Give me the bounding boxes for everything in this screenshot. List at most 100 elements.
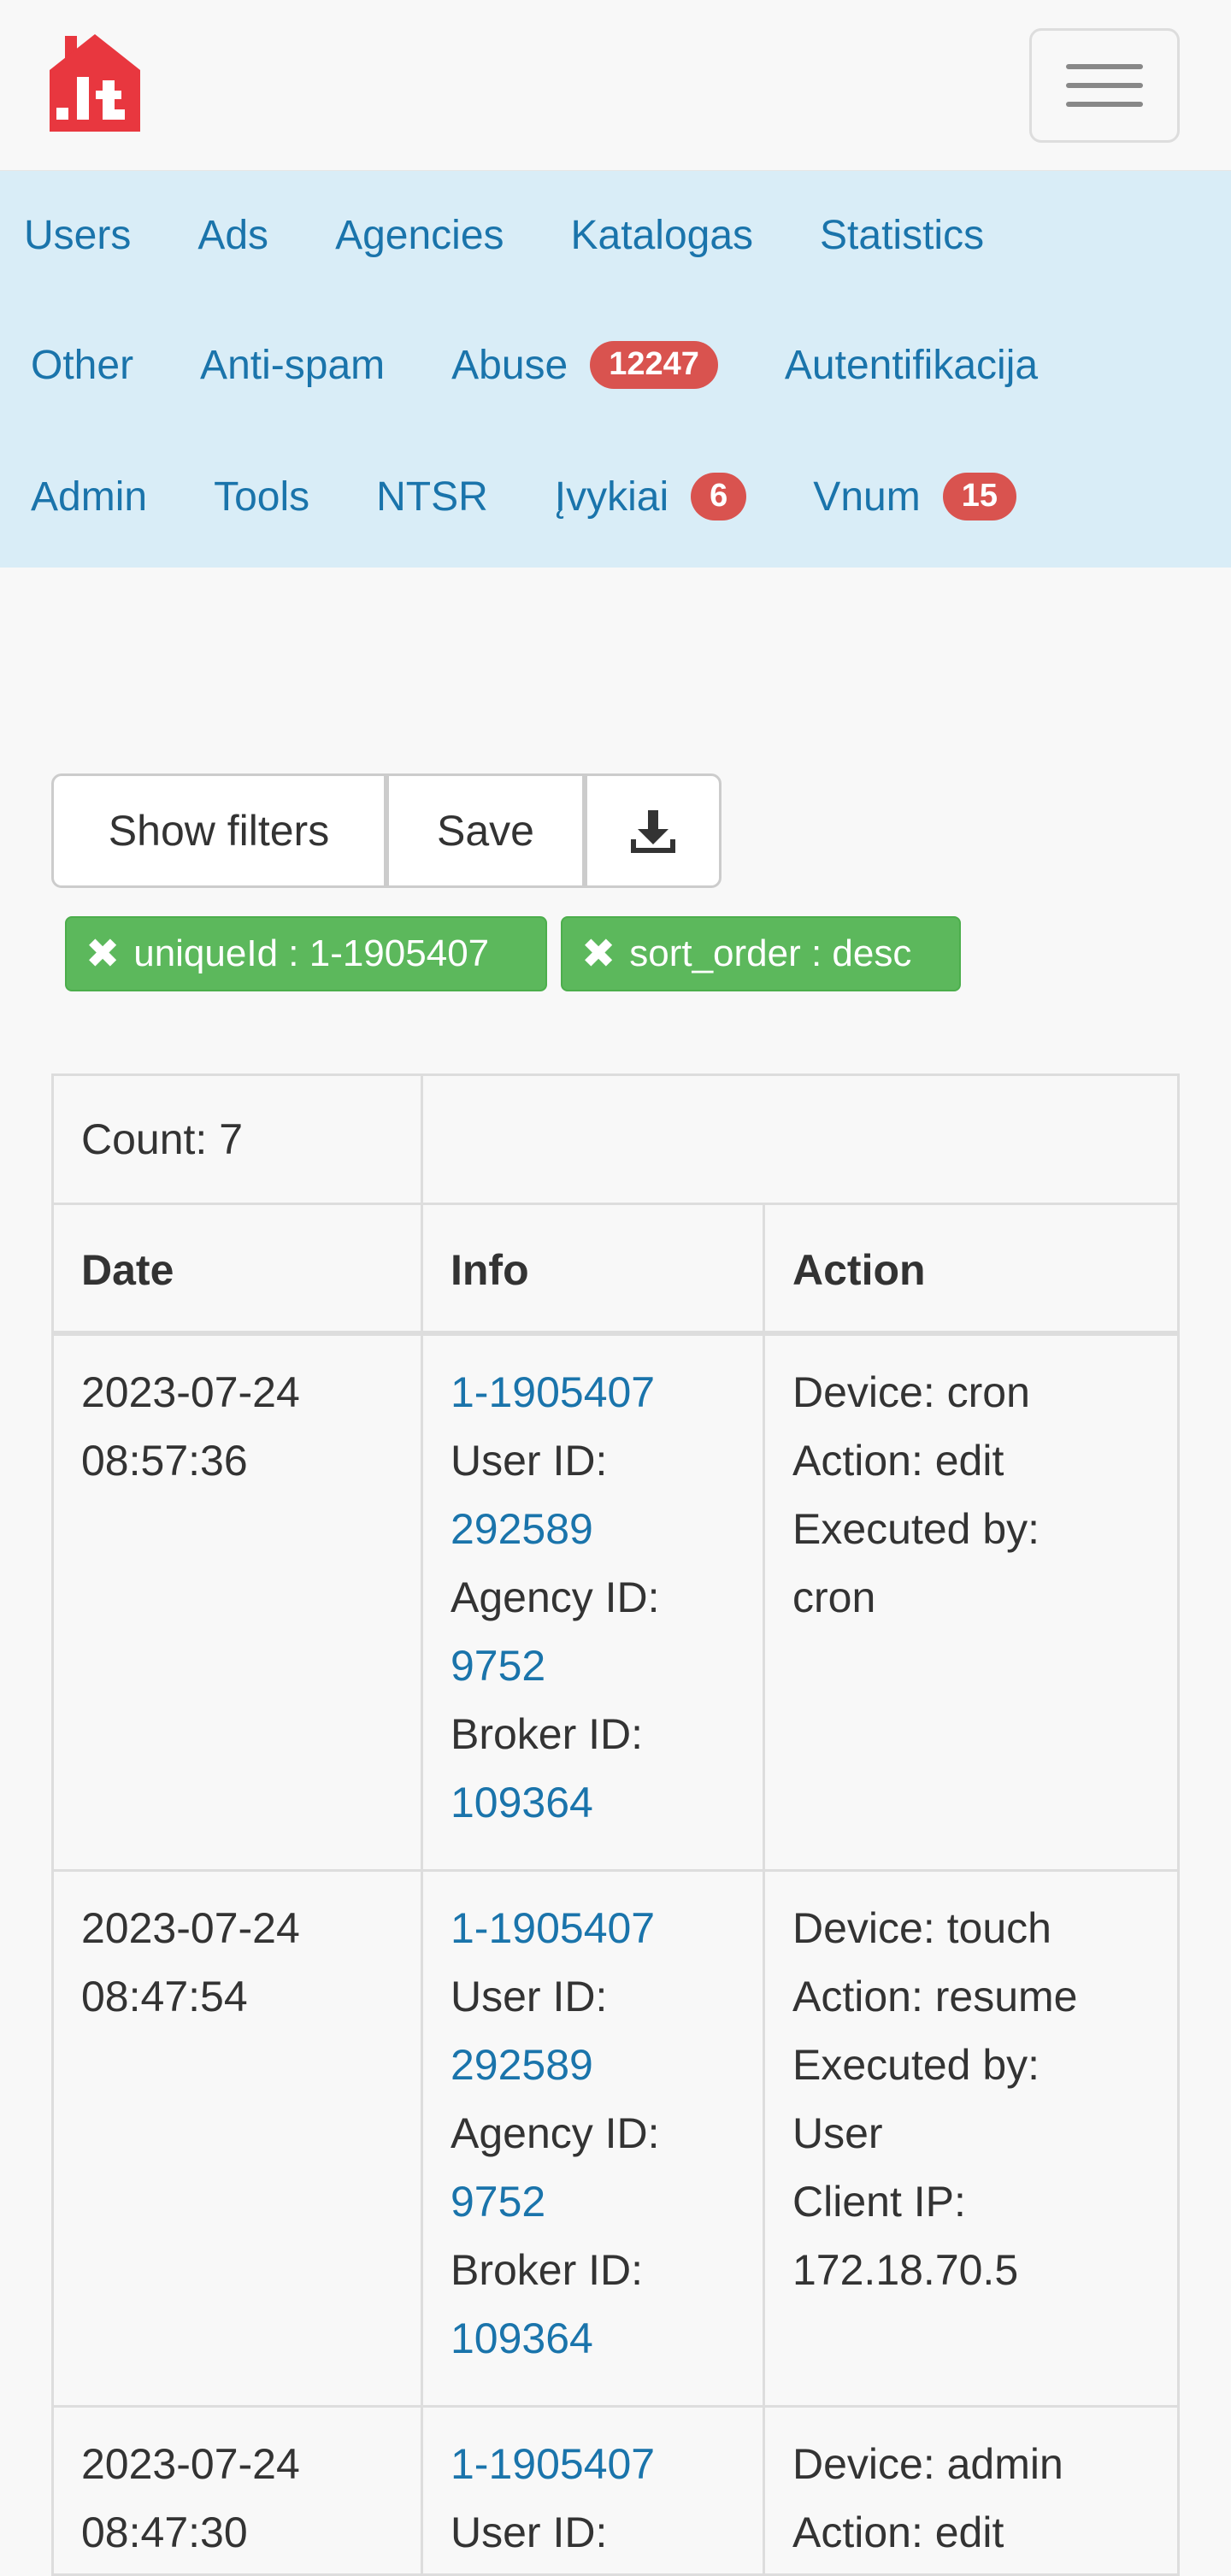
table-cell-date: 2023-07-24 08:47:30 bbox=[51, 2405, 423, 2576]
menu-toggle-button[interactable] bbox=[1029, 28, 1180, 143]
nav-item-label: Abuse bbox=[451, 342, 568, 388]
table-cell-date: 2023-07-24 08:47:54 bbox=[51, 1869, 423, 2408]
nav-item-statistics[interactable]: Statistics bbox=[786, 171, 1017, 299]
nav-item-anti-spam[interactable]: Anti-spam bbox=[167, 301, 418, 429]
nav-item-admin[interactable]: Admin bbox=[0, 432, 180, 561]
nav-item-autentifikacija[interactable]: Autentifikacija bbox=[751, 301, 1071, 429]
agency-id-link[interactable]: 9752 bbox=[451, 1632, 735, 1700]
nav-item-katalogas[interactable]: Katalogas bbox=[538, 171, 787, 299]
date-value: 2023-07-24 bbox=[81, 1368, 300, 1416]
hamburger-icon-bar bbox=[1066, 102, 1143, 107]
ivykiai-count-badge: 6 bbox=[691, 473, 747, 520]
nav-row: Users Ads Agencies Katalogas Statistics bbox=[0, 171, 1231, 299]
vnum-count-badge: 15 bbox=[942, 473, 1016, 520]
nav-item-agencies[interactable]: Agencies bbox=[302, 171, 537, 299]
remove-filter-icon[interactable]: ✖ bbox=[581, 930, 616, 978]
nav-item-ads[interactable]: Ads bbox=[164, 171, 302, 299]
nav-item-users[interactable]: Users bbox=[0, 171, 164, 299]
unique-id-link[interactable]: 1-1905407 bbox=[451, 1894, 735, 1962]
nav-item-label: Anti-spam bbox=[200, 342, 386, 388]
user-id-label: User ID: bbox=[451, 2508, 608, 2556]
table-cell-info: 1-1905407 User ID: bbox=[421, 2405, 765, 2576]
action-value: Action: edit bbox=[792, 2508, 1004, 2556]
hamburger-icon-bar bbox=[1066, 83, 1143, 88]
nav-item-label: Katalogas bbox=[570, 212, 754, 258]
filter-chip-label: uniqueId : 1-1905407 bbox=[133, 932, 490, 974]
nav-item-label: Admin bbox=[31, 473, 148, 520]
nav-item-tools[interactable]: Tools bbox=[180, 432, 343, 561]
remove-filter-icon[interactable]: ✖ bbox=[85, 930, 120, 978]
date-value: 2023-07-24 bbox=[81, 1904, 300, 1952]
action-value: Action: edit bbox=[792, 1437, 1004, 1485]
date-value: 2023-07-24 bbox=[81, 2440, 300, 2488]
table-cell-action: Device: touch Action: resume Executed by… bbox=[763, 1869, 1180, 2408]
executed-by-value: User bbox=[792, 2109, 883, 2157]
nav-item-label: Statistics bbox=[820, 212, 985, 258]
nav-item-other[interactable]: Other bbox=[0, 301, 167, 429]
nav-item-label: Autentifikacija bbox=[784, 342, 1039, 388]
time-value: 08:47:54 bbox=[81, 1973, 248, 2020]
client-ip-label: Client IP: bbox=[792, 2178, 966, 2226]
time-value: 08:47:30 bbox=[81, 2508, 248, 2556]
broker-id-label: Broker ID: bbox=[451, 1710, 644, 1758]
show-filters-button[interactable]: Show filters bbox=[51, 773, 386, 888]
navbar-header bbox=[0, 0, 1231, 171]
abuse-count-badge: 12247 bbox=[590, 341, 718, 389]
table-cell-action: Device: admin Action: edit bbox=[763, 2405, 1180, 2576]
filter-chip-sort-order[interactable]: ✖ sort_order : desc bbox=[561, 916, 961, 991]
filter-chip-label: sort_order : desc bbox=[629, 932, 912, 974]
save-button[interactable]: Save bbox=[386, 773, 585, 888]
site-logo[interactable] bbox=[50, 32, 140, 132]
column-header-info[interactable]: Info bbox=[421, 1203, 765, 1336]
record-count: Count: 7 bbox=[51, 1073, 423, 1205]
agency-id-label: Agency ID: bbox=[451, 2109, 660, 2157]
action-value: Action: resume bbox=[792, 1973, 1078, 2020]
column-header-action[interactable]: Action bbox=[763, 1203, 1180, 1336]
broker-id-label: Broker ID: bbox=[451, 2246, 644, 2294]
time-value: 08:57:36 bbox=[81, 1437, 248, 1485]
agency-id-link[interactable]: 9752 bbox=[451, 2167, 735, 2236]
user-id-label: User ID: bbox=[451, 1437, 608, 1485]
filter-chip-uniqueid[interactable]: ✖ uniqueId : 1-1905407 bbox=[65, 916, 547, 991]
executed-by-label: Executed by: bbox=[792, 2041, 1040, 2089]
nav-item-vnum[interactable]: Vnum 15 bbox=[780, 432, 1050, 561]
nav-item-abuse[interactable]: Abuse 12247 bbox=[418, 301, 751, 429]
hamburger-icon bbox=[1066, 64, 1143, 69]
user-id-link[interactable]: 292589 bbox=[451, 2031, 735, 2099]
broker-id-link[interactable]: 109364 bbox=[451, 1768, 735, 1837]
nav-item-ntsr[interactable]: NTSR bbox=[343, 432, 521, 561]
table-cell-date: 2023-07-24 08:57:36 bbox=[51, 1333, 423, 1872]
unique-id-link[interactable]: 1-1905407 bbox=[451, 2430, 735, 2498]
table-cell-info: 1-1905407 User ID: 292589 Agency ID: 975… bbox=[421, 1869, 765, 2408]
nav-item-label: Users bbox=[24, 212, 132, 258]
nav-item-label: Tools bbox=[214, 473, 310, 520]
column-header-date[interactable]: Date bbox=[51, 1203, 423, 1336]
agency-id-label: Agency ID: bbox=[451, 1573, 660, 1621]
nav-item-label: NTSR bbox=[376, 473, 488, 520]
nav-row: Admin Tools NTSR Įvykiai 6 Vnum 15 bbox=[0, 432, 1231, 561]
nav-item-label: Agencies bbox=[335, 212, 504, 258]
user-id-link[interactable]: 292589 bbox=[451, 1495, 735, 1563]
device-value: Device: touch bbox=[792, 1904, 1051, 1952]
table-cell-info: 1-1905407 User ID: 292589 Agency ID: 975… bbox=[421, 1333, 765, 1872]
nav-item-ivykiai[interactable]: Įvykiai 6 bbox=[521, 432, 780, 561]
table-cell-action: Device: cron Action: edit Executed by: c… bbox=[763, 1333, 1180, 1872]
nav-item-label: Ads bbox=[197, 212, 269, 258]
executed-by-value: cron bbox=[792, 1573, 876, 1621]
device-value: Device: cron bbox=[792, 1368, 1030, 1416]
unique-id-link[interactable]: 1-1905407 bbox=[451, 1358, 735, 1426]
download-button[interactable] bbox=[585, 773, 722, 888]
executed-by-label: Executed by: bbox=[792, 1505, 1040, 1553]
main-nav: Users Ads Agencies Katalogas Statistics … bbox=[0, 171, 1231, 568]
nav-item-label: Įvykiai bbox=[554, 473, 669, 520]
broker-id-link[interactable]: 109364 bbox=[451, 2304, 735, 2373]
house-logo-icon bbox=[50, 34, 140, 132]
download-icon bbox=[631, 810, 675, 853]
nav-item-label: Vnum bbox=[813, 473, 921, 520]
nav-item-label: Other bbox=[31, 342, 134, 388]
nav-row: Other Anti-spam Abuse 12247 Autentifikaci… bbox=[0, 301, 1231, 429]
device-value: Device: admin bbox=[792, 2440, 1063, 2488]
client-ip-value: 172.18.70.5 bbox=[792, 2246, 1019, 2294]
count-row-empty-cell bbox=[421, 1073, 1180, 1205]
user-id-label: User ID: bbox=[451, 1973, 608, 2020]
